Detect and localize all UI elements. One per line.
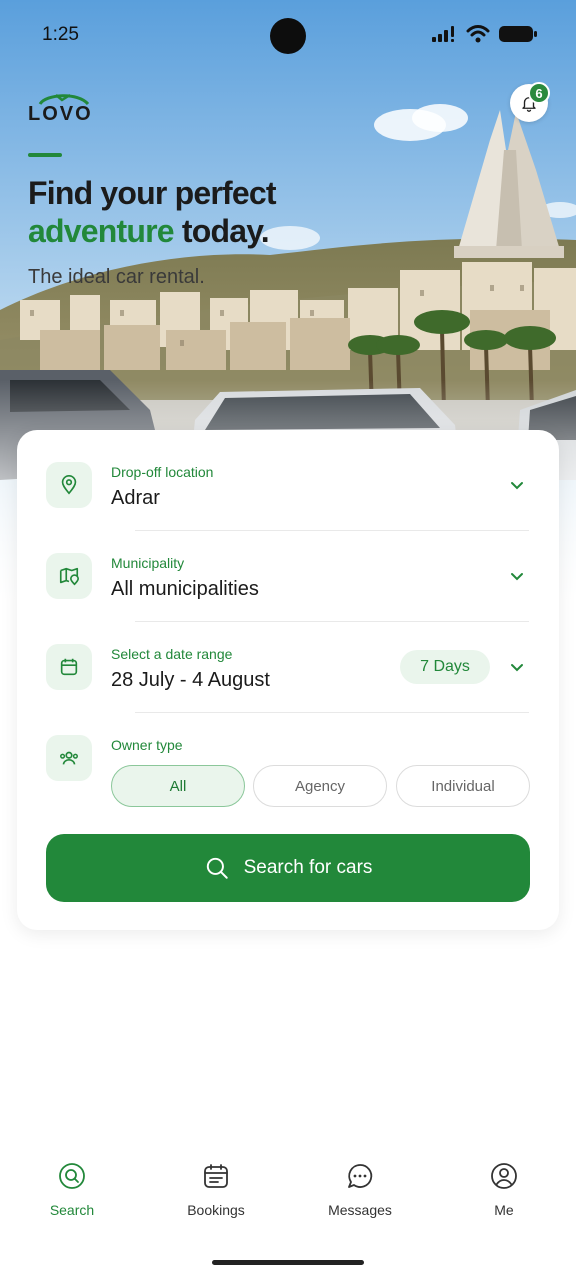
signal-icon xyxy=(432,26,454,42)
nav-bookings-label: Bookings xyxy=(187,1202,245,1218)
search-cars-button[interactable]: Search for cars xyxy=(46,834,530,902)
location-select[interactable]: Drop-off location Adrar xyxy=(17,440,559,530)
location-value: Adrar xyxy=(111,487,160,509)
profile-icon xyxy=(491,1163,517,1189)
nav-messages-label: Messages xyxy=(328,1202,392,1218)
owner-option-individual[interactable]: Individual xyxy=(396,765,530,807)
chevron-down-icon xyxy=(511,664,523,672)
calendar-icon xyxy=(46,644,92,690)
municipality-value: All municipalities xyxy=(111,578,259,600)
wifi-icon xyxy=(466,25,490,43)
chevron-down-icon xyxy=(511,482,523,490)
date-range-value: 28 July - 4 August xyxy=(111,669,270,691)
location-label: Drop-off location xyxy=(111,464,214,480)
nav-me[interactable]: Me xyxy=(444,1162,564,1218)
bookings-icon xyxy=(204,1164,228,1188)
nav-search-label: Search xyxy=(49,1202,95,1218)
battery-icon xyxy=(499,26,537,42)
status-icons xyxy=(432,24,538,44)
nav-search[interactable]: Search xyxy=(12,1162,132,1218)
svg-text:LOVO: LOVO xyxy=(28,103,93,122)
search-cars-label: Search for cars xyxy=(243,857,373,878)
municipality-label: Municipality xyxy=(111,555,185,571)
hero-title-rest: today. xyxy=(173,213,270,249)
map-pin-icon xyxy=(46,553,92,599)
home-indicator[interactable] xyxy=(212,1260,364,1265)
users-icon xyxy=(46,735,92,781)
municipality-select[interactable]: Municipality All municipalities xyxy=(17,531,559,621)
notification-count-badge: 6 xyxy=(528,82,550,104)
nav-messages[interactable]: Messages xyxy=(300,1162,420,1218)
date-range-label: Select a date range xyxy=(111,646,233,662)
nav-bookings[interactable]: Bookings xyxy=(156,1162,276,1218)
hero-subtitle: The ideal car rental. xyxy=(28,266,205,288)
status-time: 1:25 xyxy=(42,24,79,45)
hero-title: Find your perfect adventure today. xyxy=(28,174,277,250)
search-icon xyxy=(59,1163,85,1189)
messages-icon xyxy=(348,1164,373,1188)
chevron-down-icon xyxy=(511,573,523,581)
bottom-navigation: Search Bookings Messages Me xyxy=(0,1150,576,1240)
lovo-logo: LOVO xyxy=(28,93,93,122)
owner-type-label: Owner type xyxy=(111,737,183,753)
date-range-select[interactable]: Select a date range 28 July - 4 August 7… xyxy=(17,622,559,712)
owner-option-agency[interactable]: Agency xyxy=(253,765,387,807)
location-pin-icon xyxy=(46,462,92,508)
duration-badge: 7 Days xyxy=(400,650,490,684)
hero-title-highlight: adventure xyxy=(28,213,175,249)
hero-title-line2: adventure today. xyxy=(28,212,276,250)
front-camera xyxy=(270,18,306,54)
owner-option-all[interactable]: All xyxy=(111,765,245,807)
accent-line xyxy=(28,153,62,157)
search-icon xyxy=(206,857,228,879)
hero-title-line1: Find your perfect xyxy=(28,175,277,211)
divider xyxy=(135,712,529,713)
search-card: Drop-off location Adrar Municipality All… xyxy=(17,430,559,930)
nav-me-label: Me xyxy=(494,1202,514,1218)
